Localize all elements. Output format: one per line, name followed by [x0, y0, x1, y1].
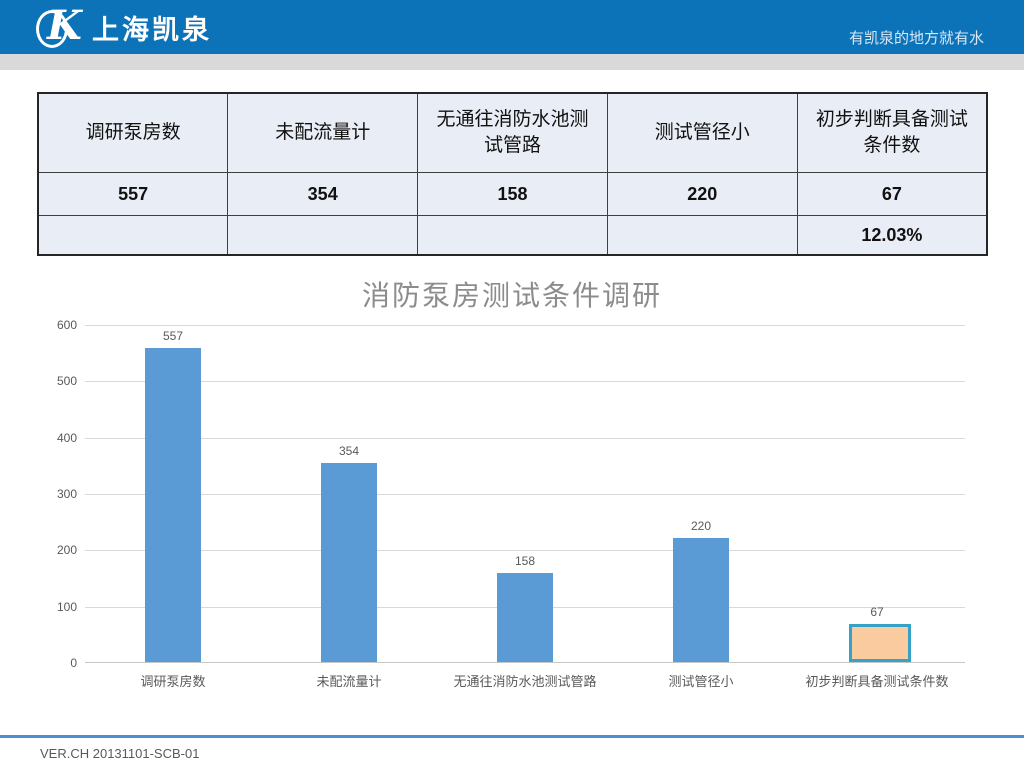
table-cell: [37, 215, 229, 256]
column-header: 无通往消防水池测试管路: [417, 92, 608, 173]
y-axis-tick-label: 100: [56, 599, 77, 614]
bar-value-label: 220: [690, 519, 712, 533]
table-cell: 220: [606, 172, 798, 216]
table-values-row: 557 354 158 220 67: [37, 172, 988, 216]
gridline: [85, 550, 965, 552]
bar-value-label: 67: [870, 605, 884, 619]
header-divider-strip: [0, 54, 1024, 70]
table-cell: [227, 215, 419, 256]
company-name: 上海凯泉: [92, 14, 212, 45]
x-axis-category-label: 初步判断具备测试条件数: [805, 674, 949, 689]
gridline: [85, 662, 965, 663]
bar-value-label: 158: [514, 554, 536, 568]
y-axis-tick-label: 0: [70, 656, 77, 670]
table-cell: 67: [796, 172, 988, 216]
bar-value-label: 557: [162, 329, 184, 343]
chart-title: 消防泵房测试条件调研: [361, 281, 662, 312]
bar: [497, 573, 553, 662]
y-axis-tick-label: 500: [56, 374, 77, 389]
company-slogan: 有凯泉的地方就有水: [848, 30, 984, 47]
x-axis-category-label: 测试管径小: [668, 674, 734, 689]
plot-area: 0 100 200 300 400 500 600 557 调研泵房数 354 未配流量计 158 无通…: [57, 318, 965, 689]
x-axis-category-label: 未配流量计: [316, 674, 382, 689]
column-header: 调研泵房数: [37, 92, 229, 173]
column-header: 初步判断具备测试条件数: [796, 92, 988, 173]
table-cell: 354: [227, 172, 419, 216]
bar-value-label: 354: [338, 444, 360, 458]
x-axis-category-label: 无通往消防水池测试管路: [453, 674, 597, 689]
kaiquan-logo-icon: K: [34, 4, 86, 48]
survey-summary-table: 调研泵房数 未配流量计 无通往消防水池测试管路 测试管径小 初步判断具备测试条件…: [37, 92, 988, 256]
gridline: [85, 437, 965, 439]
y-axis-tick-label: 400: [56, 430, 77, 445]
column-header: 未配流量计: [227, 92, 419, 173]
bar: [673, 538, 729, 662]
column-header: 测试管径小: [606, 92, 798, 173]
y-axis-tick-label: 300: [56, 487, 77, 501]
footer-divider-line: [0, 735, 1024, 738]
table-cell: [417, 215, 608, 256]
table-cell: 12.03%: [796, 215, 988, 256]
bar: [321, 463, 377, 662]
table-cell: 158: [417, 172, 608, 216]
bar: [145, 348, 201, 662]
y-axis-tick-label: 600: [56, 318, 77, 332]
y-axis-tick-label: 200: [56, 543, 77, 558]
gridline: [85, 494, 965, 495]
brand-header-bar: K 上海凯泉 有凯泉的地方就有水: [0, 0, 1024, 54]
table-percentage-row: 12.03%: [37, 215, 988, 256]
table-cell: [606, 215, 798, 256]
gridline: [85, 325, 965, 326]
company-logo: K 上海凯泉: [34, 4, 212, 48]
presentation-slide: K 上海凯泉 有凯泉的地方就有水 调研泵房数 未配流量计 无通往消防水池测试管路…: [0, 0, 1024, 768]
bar-highlighted: [849, 624, 911, 662]
table-header-row: 调研泵房数 未配流量计 无通往消防水池测试管路 测试管径小 初步判断具备测试条件…: [37, 92, 988, 173]
table-cell: 557: [37, 172, 229, 216]
version-label: VER.CH 20131101-SCB-01: [40, 746, 200, 761]
x-axis-category-label: 调研泵房数: [140, 674, 206, 689]
gridline: [85, 381, 965, 383]
